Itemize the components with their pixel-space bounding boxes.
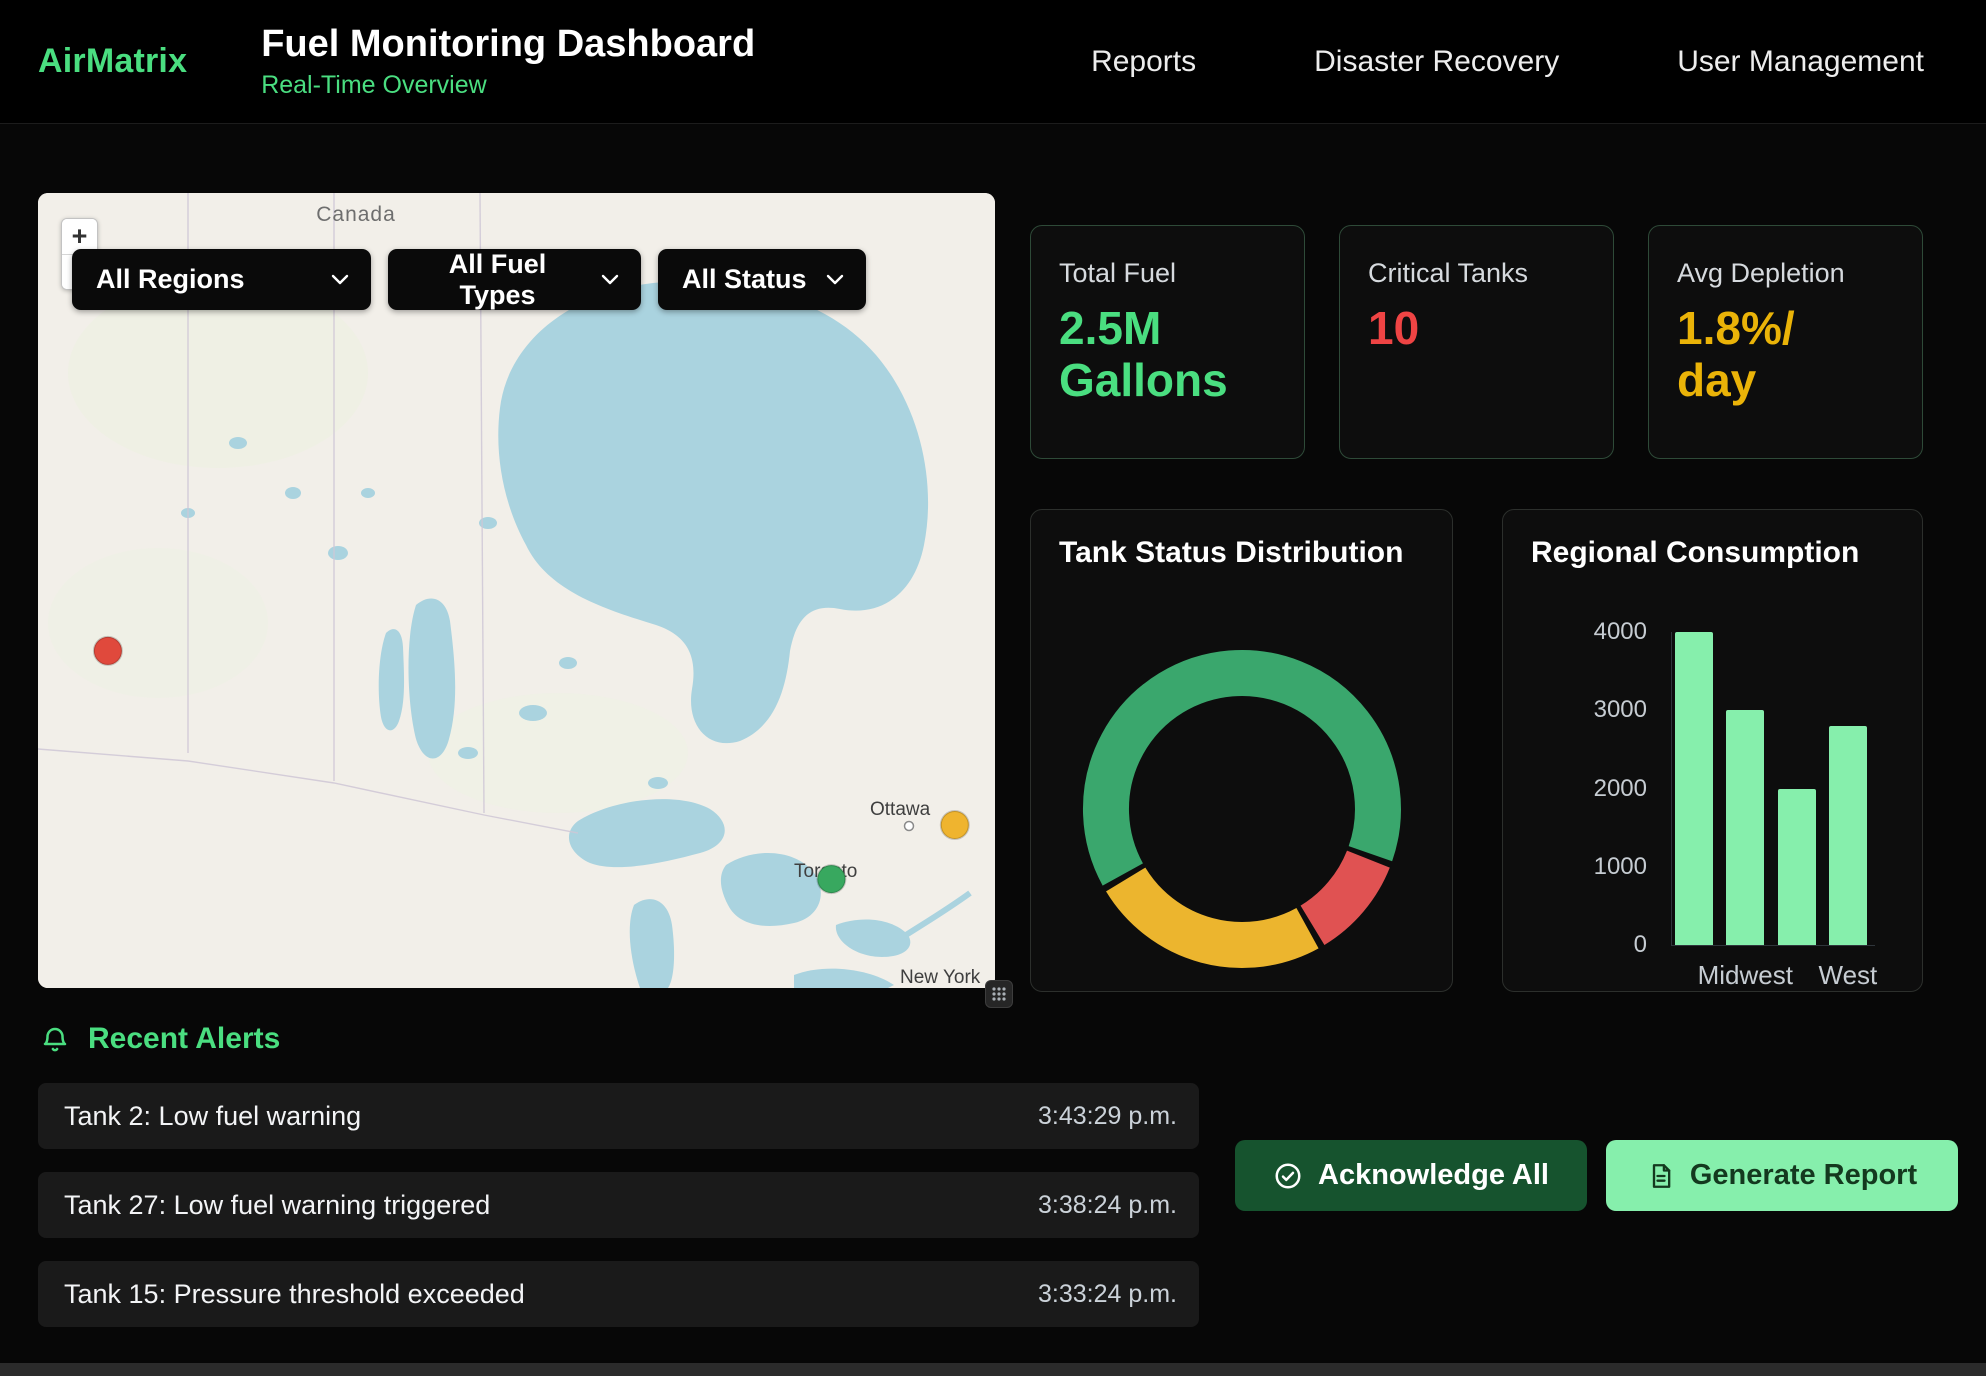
y-axis-tick-label: 4000 (1533, 617, 1647, 647)
critical-tanks-label: Critical Tanks (1368, 258, 1585, 289)
tank-status-card: Tank Status Distribution (1030, 509, 1453, 992)
total-fuel-card: Total Fuel 2.5M Gallons (1030, 225, 1305, 459)
total-fuel-label: Total Fuel (1059, 258, 1276, 289)
nav-user-management[interactable]: User Management (1677, 45, 1924, 79)
warning-tank-marker[interactable] (941, 811, 969, 839)
map-basemap: Canada Ottawa Toronto New York (38, 193, 995, 988)
critical-tanks-card: Critical Tanks 10 (1339, 225, 1614, 459)
consumption-bar (1829, 726, 1867, 945)
nav-disaster-recovery[interactable]: Disaster Recovery (1314, 45, 1559, 79)
check-circle-icon (1273, 1161, 1303, 1191)
avg-depletion-label: Avg Depletion (1677, 258, 1894, 289)
page-subtitle: Real-Time Overview (261, 71, 755, 100)
normal-tank-marker[interactable] (817, 865, 845, 893)
map-label-canada: Canada (316, 203, 396, 226)
map-label-ottawa: Ottawa (870, 799, 931, 820)
recent-alerts-title: Recent Alerts (88, 1022, 280, 1056)
recent-alerts-header: Recent Alerts (40, 1022, 280, 1056)
total-fuel-value: 2.5M Gallons (1059, 303, 1276, 406)
app-header: AirMatrix Fuel Monitoring Dashboard Real… (0, 0, 1986, 124)
regional-consumption-card: Regional Consumption 01000200030004000Mi… (1502, 509, 1923, 992)
region-filter-select[interactable]: All Regions (72, 249, 371, 310)
tank-status-title: Tank Status Distribution (1059, 536, 1403, 570)
alert-message: Tank 27: Low fuel warning triggered (64, 1190, 490, 1221)
alert-timestamp: 3:43:29 p.m. (1038, 1102, 1177, 1131)
donut-segment-warning (1126, 880, 1308, 946)
y-axis-line (1671, 632, 1672, 945)
nav-reports[interactable]: Reports (1091, 45, 1196, 79)
main-nav: Reports Disaster Recovery User Managemen… (1091, 45, 1924, 79)
chevron-down-icon (331, 274, 349, 285)
x-axis-tick-label: West (1788, 960, 1908, 990)
status-filter-label: All Status (682, 264, 807, 295)
bell-icon (40, 1024, 70, 1054)
window-bottom-strip (0, 1363, 1986, 1376)
title-block: Fuel Monitoring Dashboard Real-Time Over… (261, 23, 755, 100)
critical-tank-marker[interactable] (94, 637, 122, 665)
status-filter-select[interactable]: All Status (658, 249, 866, 310)
page-title: Fuel Monitoring Dashboard (261, 23, 755, 67)
tank-status-donut-chart (1077, 644, 1407, 974)
x-axis-line (1671, 945, 1875, 946)
alert-list: Tank 2: Low fuel warning 3:43:29 p.m. Ta… (38, 1083, 1199, 1350)
map-label-new-york: New York (900, 967, 981, 988)
drag-handle-icon[interactable] (985, 980, 1013, 1008)
critical-tanks-value: 10 (1368, 303, 1585, 355)
consumption-bar (1778, 789, 1816, 946)
y-axis-tick-label: 0 (1533, 930, 1647, 960)
y-axis-tick-label: 1000 (1533, 852, 1647, 882)
drag-dots-icon (991, 986, 1007, 1002)
avg-depletion-value: 1.8%/ day (1677, 303, 1894, 406)
y-axis-tick-label: 2000 (1533, 774, 1647, 804)
alert-timestamp: 3:38:24 p.m. (1038, 1191, 1177, 1220)
y-axis-tick-label: 3000 (1533, 695, 1647, 725)
acknowledge-all-label: Acknowledge All (1318, 1159, 1549, 1192)
generate-report-button[interactable]: Generate Report (1606, 1140, 1958, 1211)
donut-segment-critical (1313, 859, 1369, 925)
consumption-bar (1726, 710, 1764, 945)
acknowledge-all-button[interactable]: Acknowledge All (1235, 1140, 1587, 1211)
alert-actions: Acknowledge All Generate Report (1235, 1140, 1958, 1211)
alert-message: Tank 2: Low fuel warning (64, 1101, 361, 1132)
fuel-type-filter-label: All Fuel Types (412, 249, 583, 311)
consumption-bar (1675, 632, 1713, 945)
regional-consumption-bar-chart: 01000200030004000MidwestWest (1503, 510, 1922, 991)
fuel-map[interactable]: Canada Ottawa Toronto New York + − All R… (38, 193, 995, 988)
generate-report-label: Generate Report (1690, 1159, 1917, 1192)
chevron-down-icon (826, 274, 844, 285)
alert-timestamp: 3:33:24 p.m. (1038, 1280, 1177, 1309)
document-icon (1647, 1162, 1675, 1190)
alert-row[interactable]: Tank 15: Pressure threshold exceeded 3:3… (38, 1261, 1199, 1327)
ottawa-town-dot (905, 822, 914, 831)
map-filters: All Regions All Fuel Types All Status (72, 249, 866, 310)
avg-depletion-card: Avg Depletion 1.8%/ day (1648, 225, 1923, 459)
region-filter-label: All Regions (96, 264, 245, 295)
chevron-down-icon (601, 274, 619, 285)
fuel-type-filter-select[interactable]: All Fuel Types (388, 249, 641, 310)
alert-row[interactable]: Tank 2: Low fuel warning 3:43:29 p.m. (38, 1083, 1199, 1149)
alert-message: Tank 15: Pressure threshold exceeded (64, 1279, 525, 1310)
donut-segment-normal (1106, 673, 1378, 875)
app-logo: AirMatrix (38, 42, 187, 81)
alert-row[interactable]: Tank 27: Low fuel warning triggered 3:38… (38, 1172, 1199, 1238)
